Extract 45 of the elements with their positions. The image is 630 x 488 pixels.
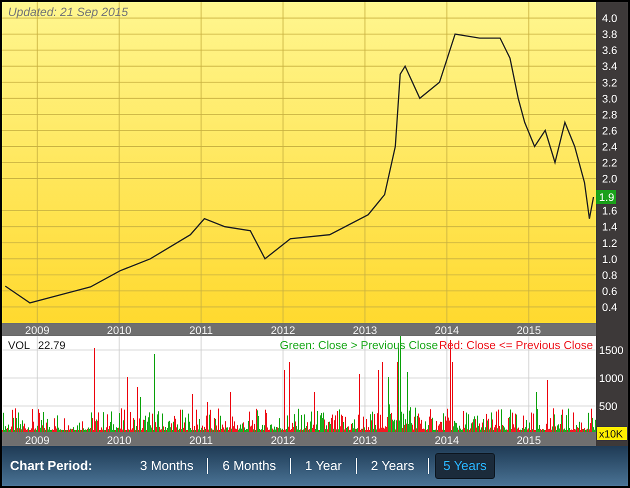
- period-tab[interactable]: 5 Years: [435, 453, 495, 479]
- y-tick-label: 2.2: [602, 158, 618, 170]
- y-tick-label: 1.4: [602, 222, 618, 234]
- x-tick-label: 2014: [434, 325, 460, 336]
- y-tick-label: 2.6: [602, 125, 618, 138]
- y-tick-label: 1500: [599, 345, 624, 357]
- period-tab[interactable]: 2 Years: [362, 453, 422, 479]
- x-tick-label: 2014: [434, 435, 460, 446]
- y-tick-label: 2.8: [602, 109, 618, 122]
- x-tick-label: 2012: [270, 435, 296, 446]
- x-tick-label: 2013: [352, 325, 378, 336]
- y-tick-label: 1.2: [602, 238, 618, 250]
- y-tick-label: 3.4: [602, 61, 618, 74]
- y-tick-label: 500: [599, 401, 618, 413]
- y-tick-label: 0.6: [602, 286, 618, 298]
- period-tab[interactable]: 3 Months: [132, 453, 202, 479]
- x-tick-label: 2009: [25, 435, 50, 446]
- x-tick-label: 2015: [516, 435, 542, 446]
- period-tab[interactable]: 6 Months: [214, 453, 284, 479]
- last-price-badge: 1.9: [596, 190, 616, 204]
- volume-value: 22.79: [38, 340, 66, 352]
- x-tick-label: 2015: [516, 325, 542, 336]
- period-tab[interactable]: 1 Year: [296, 453, 350, 479]
- x-tick-label: 2009: [25, 325, 50, 336]
- y-tick-label: 1.6: [602, 206, 618, 218]
- x-tick-label: 2011: [189, 435, 213, 446]
- x-tick-label: 2013: [352, 435, 378, 446]
- x-tick-label: 2010: [106, 435, 132, 446]
- x-tick-label: 2012: [270, 325, 296, 336]
- y-tick-label: 3.0: [602, 93, 618, 106]
- y-tick-label: 0.4: [602, 302, 618, 314]
- volume-label: VOL: [8, 340, 30, 352]
- period-label: Chart Period:: [10, 457, 94, 476]
- y-tick-label: 0.8: [602, 270, 618, 282]
- y-tick-label: 3.6: [602, 45, 618, 58]
- y-tick-label: 2.4: [602, 141, 618, 154]
- y-tick-label: 1.0: [602, 254, 618, 266]
- y-tick-label: 2.0: [602, 174, 618, 186]
- y-tick-label: 3.8: [602, 29, 618, 42]
- y-tick-label: 3.2: [602, 77, 618, 90]
- unit-badge: x10K: [597, 427, 627, 440]
- x-tick-label: 2010: [106, 325, 132, 336]
- y-tick-label: 4.0: [602, 13, 618, 26]
- y-tick-label: 1000: [599, 373, 624, 385]
- x-tick-label: 2011: [189, 325, 213, 336]
